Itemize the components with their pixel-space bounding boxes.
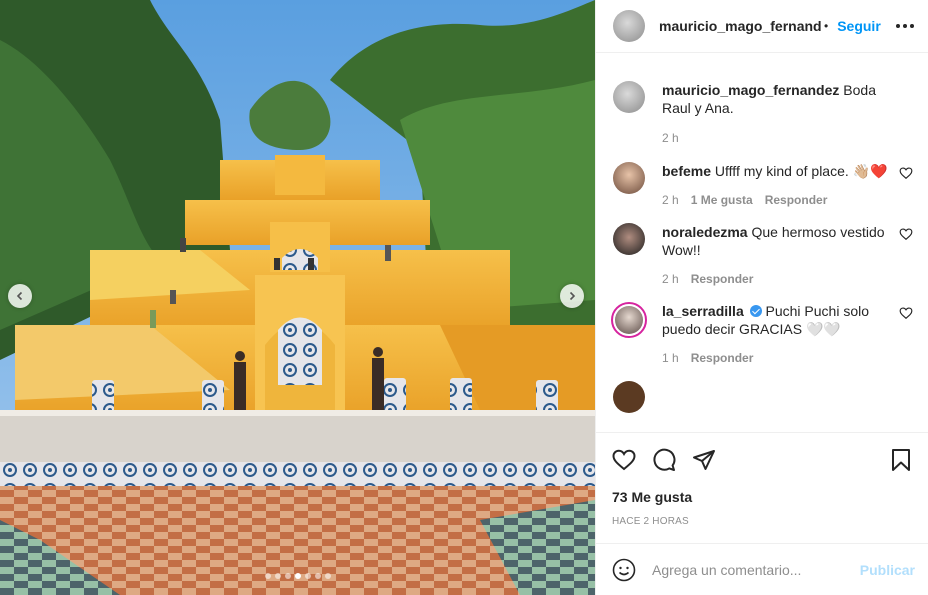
comment-time[interactable]: 2 h bbox=[662, 272, 679, 286]
comment-time[interactable]: 1 h bbox=[662, 351, 679, 365]
carousel-dot bbox=[304, 573, 311, 579]
emoji-icon[interactable] bbox=[612, 558, 636, 582]
commenter-avatar[interactable] bbox=[613, 223, 645, 255]
comment-input[interactable] bbox=[652, 561, 847, 578]
carousel-dot bbox=[284, 573, 291, 579]
verified-badge-icon bbox=[749, 305, 762, 317]
reply-button[interactable]: Responder bbox=[691, 351, 754, 365]
comments-list[interactable]: mauricio_mago_fernandez Boda Raul y Ana.… bbox=[596, 54, 928, 432]
carousel-dot bbox=[274, 573, 281, 579]
comment-username[interactable]: befeme bbox=[662, 163, 711, 179]
author-avatar[interactable] bbox=[613, 81, 645, 113]
post-actions: 73 Me gusta HACE 2 HORAS bbox=[596, 432, 928, 527]
carousel-dot bbox=[264, 573, 271, 579]
follow-button[interactable]: Seguir bbox=[837, 18, 881, 34]
likes-count[interactable]: 73 Me gusta bbox=[596, 489, 928, 505]
reply-button[interactable]: Responder bbox=[765, 193, 828, 207]
more-options-icon[interactable] bbox=[896, 24, 914, 28]
add-comment-bar: Publicar bbox=[596, 543, 928, 595]
publish-button[interactable]: Publicar bbox=[860, 562, 915, 578]
commenter-avatar[interactable] bbox=[613, 381, 645, 413]
wedding-venue-image bbox=[0, 0, 595, 595]
comment-text: Uffff my kind of place. 👋🏼❤️ bbox=[714, 163, 888, 179]
comment-username[interactable]: noraledezma bbox=[662, 224, 748, 240]
post-side-panel: mauricio_mago_fernande: • Seguir maurici… bbox=[595, 0, 928, 595]
save-icon[interactable] bbox=[889, 448, 913, 472]
author-avatar[interactable] bbox=[613, 10, 645, 42]
like-comment-icon[interactable] bbox=[899, 227, 913, 241]
author-username[interactable]: mauricio_mago_fernande: bbox=[659, 18, 821, 34]
reply-button[interactable]: Responder bbox=[691, 272, 754, 286]
comment-username[interactable]: mauricio_mago_fernandez bbox=[662, 82, 839, 98]
carousel-dot bbox=[294, 573, 301, 579]
comment-time[interactable]: 2 h bbox=[662, 193, 679, 207]
comment-item: noraledezma Que hermoso vestido Wow!! 2 … bbox=[613, 223, 913, 286]
chevron-left-icon bbox=[16, 291, 23, 301]
comment-time[interactable]: 2 h bbox=[662, 131, 679, 145]
post-photo[interactable] bbox=[0, 0, 595, 595]
like-icon[interactable] bbox=[612, 448, 636, 472]
comment-item-partial bbox=[613, 381, 913, 413]
previous-photo-button[interactable] bbox=[8, 284, 32, 308]
post-timestamp[interactable]: HACE 2 HORAS bbox=[596, 516, 928, 527]
comment-username[interactable]: la_serradilla bbox=[662, 303, 744, 319]
comment-icon[interactable] bbox=[652, 448, 676, 472]
post-header: mauricio_mago_fernande: • Seguir bbox=[596, 0, 928, 53]
comment-item: la_serradilla Puchi Puchi solo puedo dec… bbox=[611, 302, 913, 365]
carousel-dot bbox=[314, 573, 321, 579]
carousel-dot bbox=[324, 573, 331, 579]
next-photo-button[interactable] bbox=[560, 284, 584, 308]
comment-likes[interactable]: 1 Me gusta bbox=[691, 193, 753, 207]
comment-item: befeme Uffff my kind of place. 👋🏼❤️ 2 h 1… bbox=[613, 162, 913, 207]
commenter-avatar[interactable] bbox=[613, 162, 645, 194]
like-comment-icon[interactable] bbox=[899, 306, 913, 320]
share-icon[interactable] bbox=[692, 448, 716, 472]
commenter-avatar[interactable] bbox=[611, 302, 647, 338]
caption: mauricio_mago_fernandez Boda Raul y Ana.… bbox=[613, 81, 913, 145]
like-comment-icon[interactable] bbox=[899, 166, 913, 180]
carousel-indicator bbox=[0, 573, 595, 579]
header-separator: • bbox=[824, 19, 829, 33]
chevron-right-icon bbox=[569, 291, 576, 301]
